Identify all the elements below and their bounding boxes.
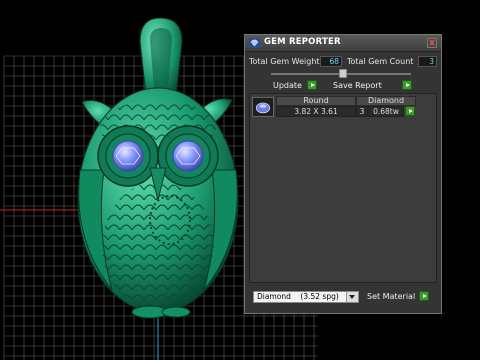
gem-size-value: 3.82 X 3.61 [276,106,356,117]
save-report-button[interactable] [402,80,412,90]
total-gem-weight-value: 68 [320,56,342,67]
gem-shape-header: Round [276,96,356,106]
gem-reporter-panel: GEM REPORTER x Total Gem Weight 68 Total… [244,34,442,314]
gem-list[interactable]: Round Diamond 3.82 X 3.61 3 0.68tw [249,93,437,283]
dropdown-arrow-icon[interactable] [346,292,358,302]
material-selected: Diamond [257,292,291,301]
right-eye-gem [172,140,204,172]
gem-row[interactable]: Round Diamond 3.82 X 3.61 3 0.68tw [252,96,422,118]
gem-weight-value: 0.68tw [368,106,404,117]
panel-titlebar[interactable]: GEM REPORTER x [245,35,441,52]
set-material-button[interactable] [419,291,429,301]
set-material-label: Set Material [367,292,416,301]
total-gem-count-value: 3 [418,56,437,67]
material-select[interactable]: Diamond (3.52 spg) [253,291,359,303]
material-spg: (3.52 spg) [300,292,339,301]
material-row: Diamond (3.52 spg) Set Material [249,291,437,305]
gem-material-header: Diamond [356,96,416,106]
gem-count-value: 3 [356,106,368,117]
panel-title: GEM REPORTER [264,37,341,47]
total-gem-count-label: Total Gem Count [347,57,414,66]
round-gem-thumbnail-icon [252,97,274,117]
save-report-label: Save Report [333,81,382,90]
gem-reporter-icon [249,38,260,48]
size-slider-thumb[interactable] [339,69,347,78]
left-eye-gem [112,140,144,172]
update-button[interactable] [307,80,317,90]
gem-row-go-button[interactable] [405,106,415,116]
close-icon[interactable]: x [427,38,437,48]
total-gem-weight-label: Total Gem Weight [249,57,320,66]
update-label: Update [273,81,302,90]
